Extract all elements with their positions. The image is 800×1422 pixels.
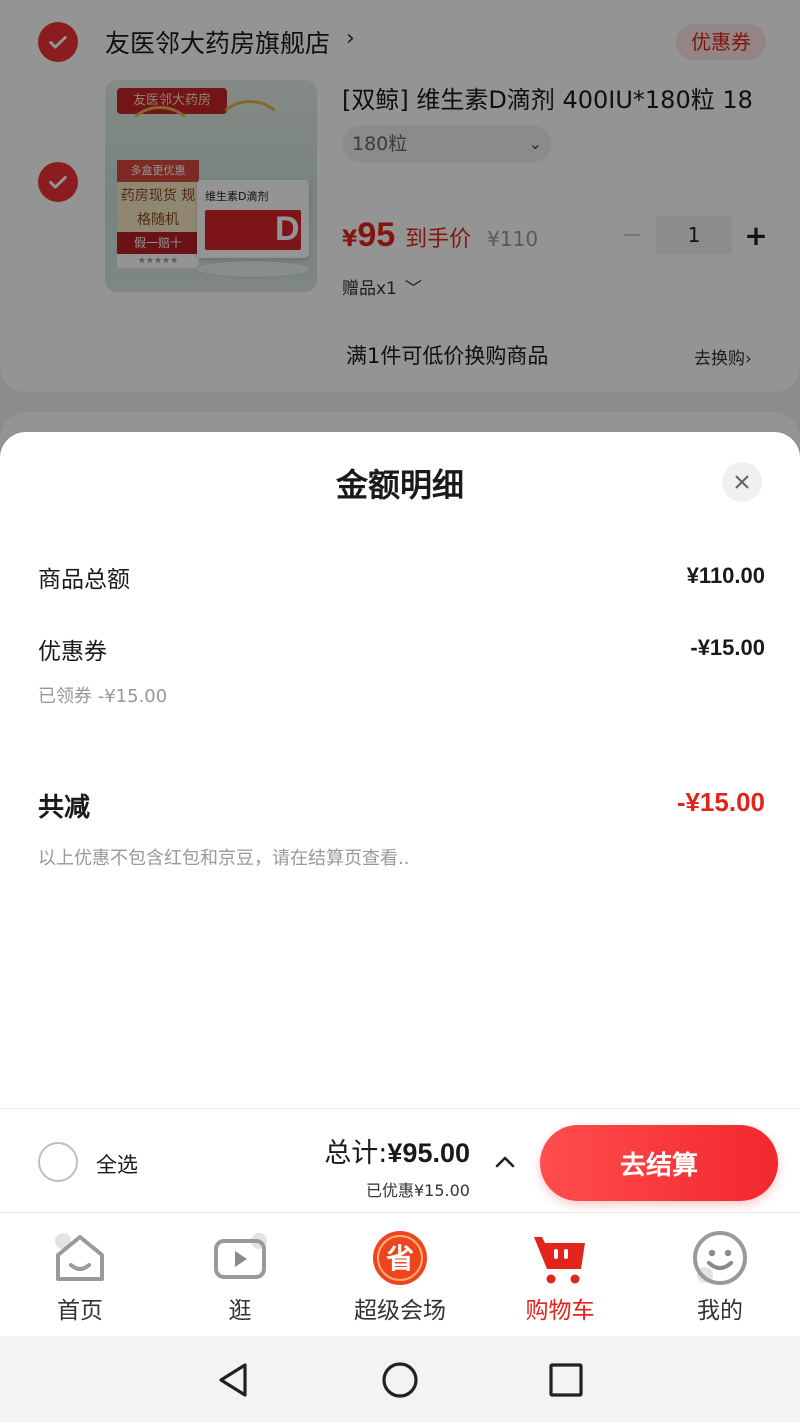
venue-glyph: 省 <box>386 1242 414 1275</box>
coupon-value: -¥15.00 <box>690 635 765 660</box>
chevron-up-icon[interactable] <box>494 1151 516 1173</box>
select-all-radio[interactable] <box>38 1142 78 1182</box>
tab-label: 超级会场 <box>354 1298 446 1324</box>
home-icon <box>55 1233 104 1281</box>
total-amount: ¥95.00 <box>387 1138 470 1168</box>
close-button[interactable] <box>722 462 762 502</box>
tab-profile[interactable]: 我的 <box>640 1213 800 1337</box>
total-discount-label: 共减 <box>38 793 91 823</box>
home-circle-icon[interactable] <box>380 1360 420 1400</box>
coupon-label: 优惠券 <box>38 639 107 665</box>
video-play-icon <box>214 1233 267 1279</box>
total-prefix: 总计: <box>324 1138 388 1169</box>
tab-label: 逛 <box>228 1298 252 1324</box>
tab-label: 购物车 <box>525 1298 595 1324</box>
tab-label: 我的 <box>697 1298 743 1324</box>
checkout-bar: 全选 总计:¥95.00 已优惠¥15.00 去结算 <box>0 1108 800 1212</box>
system-navigation-bar <box>0 1336 800 1422</box>
checkout-button[interactable]: 去结算 <box>540 1125 778 1201</box>
subtotal-value: ¥110.00 <box>686 563 765 588</box>
cart-icon <box>534 1237 585 1284</box>
tab-cart[interactable]: 购物车 <box>480 1213 640 1337</box>
subtotal-label: 商品总额 <box>38 567 130 593</box>
disclaimer: 以上优惠不包含红包和京豆，请在结算页查看.. <box>38 848 410 869</box>
sheet-title: 金额明细 <box>335 466 464 504</box>
total-line: 总计:¥95.00 <box>324 1131 470 1170</box>
close-icon <box>735 475 749 489</box>
bottom-tab-bar: 首页 逛 省 超级会场 购物车 我的 <box>0 1212 800 1336</box>
super-venue-icon: 省 <box>373 1231 427 1285</box>
smiley-icon <box>693 1231 747 1285</box>
back-icon[interactable] <box>213 1360 253 1400</box>
tab-home[interactable]: 首页 <box>0 1213 160 1337</box>
tab-super-venue[interactable]: 省 超级会场 <box>320 1213 480 1337</box>
recents-icon[interactable] <box>546 1360 586 1400</box>
select-all-label[interactable]: 全选 <box>96 1149 138 1179</box>
saved-amount: 已优惠¥15.00 <box>366 1181 470 1200</box>
coupon-note: 已领券 -¥15.00 <box>38 686 168 707</box>
total-discount-value: -¥15.00 <box>676 787 765 817</box>
tab-label: 首页 <box>57 1298 103 1324</box>
tab-browse[interactable]: 逛 <box>160 1213 320 1337</box>
